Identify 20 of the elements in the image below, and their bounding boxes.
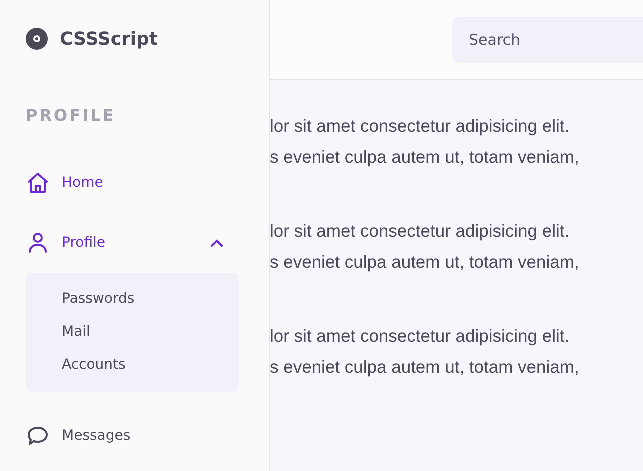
- logo-icon: [26, 28, 48, 50]
- brand-name: CSSScript: [60, 28, 158, 50]
- search-field[interactable]: Search: [452, 16, 643, 62]
- body-text: lor sit amet consectetur adipisicing elit.: [270, 115, 571, 138]
- body-text: s eveniet culpa autem ut, totam veniam,: [270, 356, 580, 379]
- body-text: s eveniet culpa autem ut, totam veniam,: [270, 146, 580, 169]
- chat-icon: [26, 424, 50, 448]
- nav-item[interactable]: Home: [26, 153, 239, 213]
- user-icon: [26, 231, 50, 255]
- nav-item[interactable]: Profile: [26, 213, 239, 273]
- submenu-item[interactable]: Mail: [62, 316, 239, 349]
- body-text: s eveniet culpa autem ut, totam veniam,: [270, 251, 580, 274]
- nav-item[interactable]: Messages: [26, 406, 239, 466]
- body-text: lor sit amet consectetur adipisicing elit.: [270, 220, 571, 243]
- submenu-item[interactable]: Accounts: [62, 349, 239, 382]
- submenu-item[interactable]: Passwords: [62, 283, 239, 316]
- body-text: lor sit amet consectetur adipisicing elit.: [270, 325, 571, 348]
- home-icon: [26, 171, 50, 195]
- section-label: PROFILE: [26, 106, 117, 125]
- chevron-icon[interactable]: [211, 239, 223, 247]
